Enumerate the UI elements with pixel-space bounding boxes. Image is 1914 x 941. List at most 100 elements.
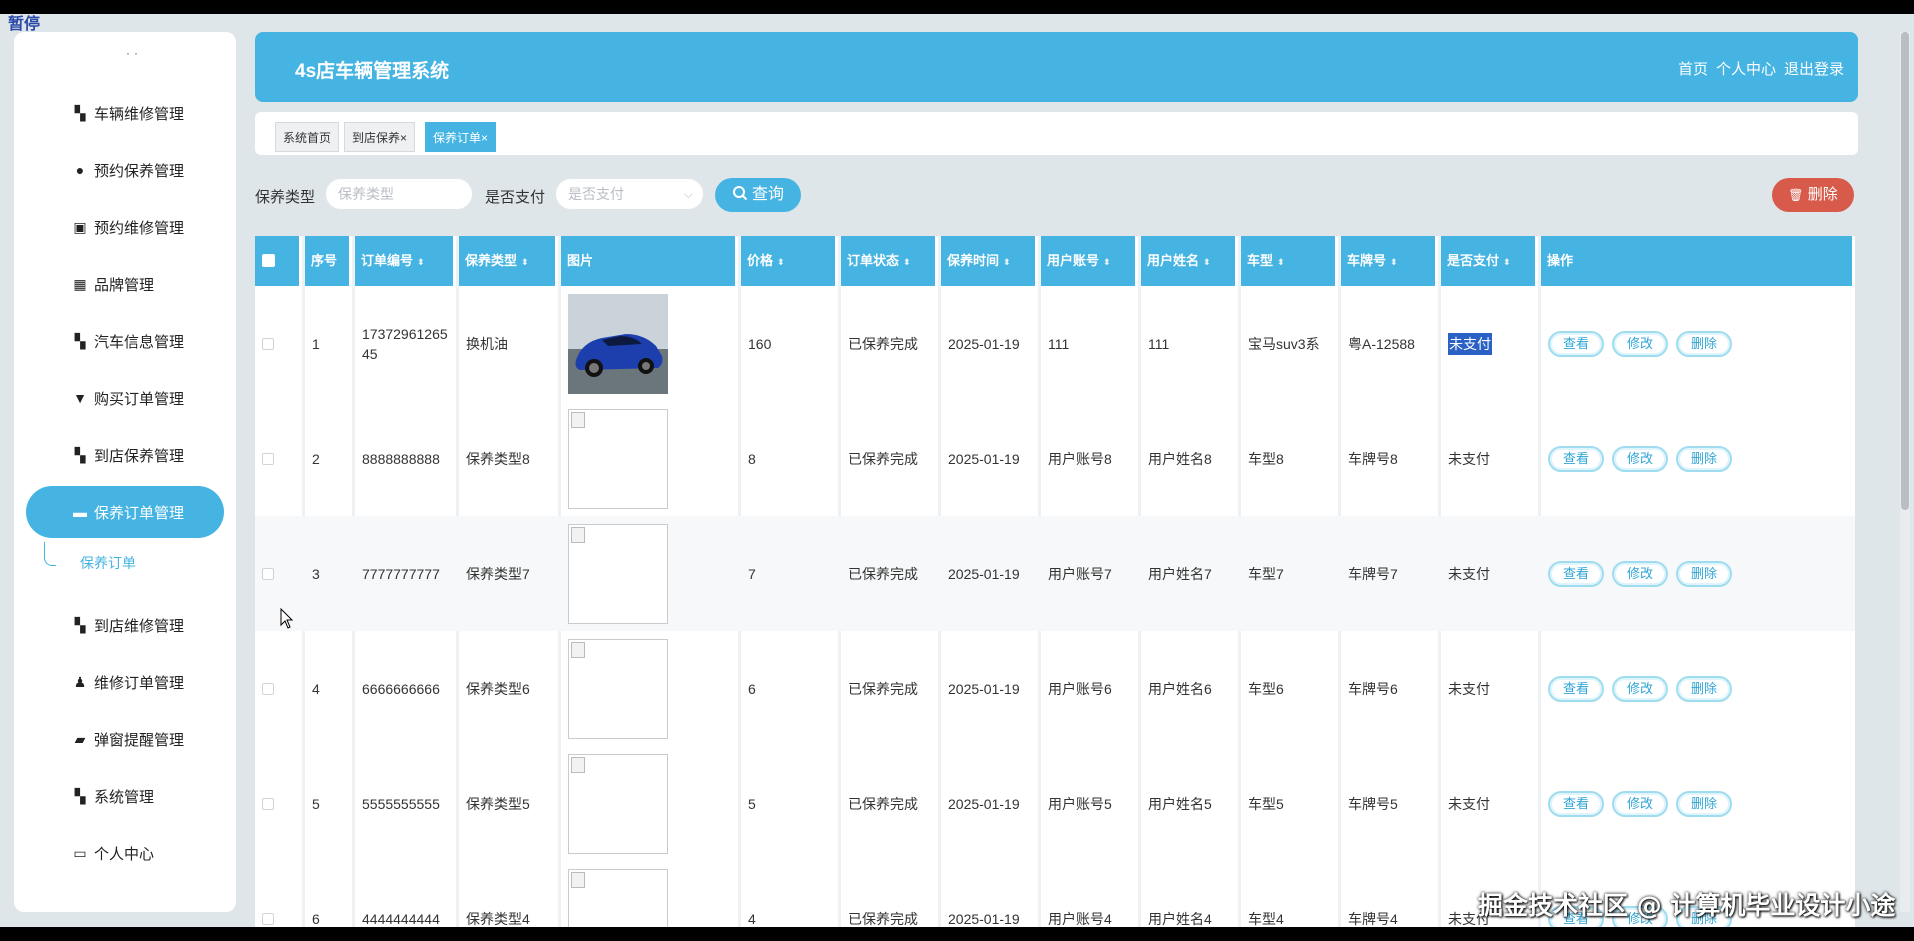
table-row[interactable]: 5 5555555555 保养类型5 5 已保养完成 2025-01-19 用户账号5 用户姓…: [255, 746, 1855, 861]
cell-actions: 查看 修改 删除: [1541, 401, 1855, 516]
cell-text: 5: [748, 795, 756, 812]
car-photo[interactable]: [568, 293, 668, 394]
broken-image[interactable]: [568, 523, 668, 624]
edit-button[interactable]: 修改: [1612, 675, 1668, 702]
cell-text: 111: [1048, 335, 1070, 352]
paid-filter-select[interactable]: 是否支付 ⌵: [555, 178, 704, 210]
sort-icon[interactable]: ⬍: [1390, 257, 1398, 267]
query-button[interactable]: 查询: [715, 178, 801, 212]
sidebar-item[interactable]: ▣ 预约维修管理: [26, 201, 224, 253]
cell-text: 保养类型7: [466, 565, 530, 582]
column-header[interactable]: 是否支付 ⬍: [1441, 236, 1538, 286]
table-row[interactable]: 2 8888888888 保养类型8 8 已保养完成 2025-01-19 用户账号8 用户姓…: [255, 401, 1855, 516]
column-header[interactable]: 车牌号 ⬍: [1341, 236, 1438, 286]
column-header[interactable]: 图片: [561, 236, 738, 286]
column-header[interactable]: 用户姓名 ⬍: [1141, 236, 1238, 286]
table-row[interactable]: 4 6666666666 保养类型6 6 已保养完成 2025-01-19 用户账号6 用户姓…: [255, 631, 1855, 746]
sort-icon[interactable]: ⬍: [1203, 257, 1211, 267]
type-filter-label: 保养类型: [255, 189, 316, 206]
view-button[interactable]: 查看: [1548, 330, 1604, 357]
sidebar-item[interactable]: ▭ 个人中心: [26, 827, 224, 879]
batch-delete-button[interactable]: 🗑 删除: [1772, 178, 1854, 212]
sort-icon[interactable]: ⬍: [1003, 257, 1011, 267]
column-header[interactable]: 保养类型 ⬍: [459, 236, 558, 286]
sidebar-item[interactable]: ▦ 品牌管理: [26, 258, 224, 310]
row-checkbox[interactable]: [262, 912, 274, 925]
cell-idx: 4: [305, 631, 352, 746]
sidebar-item[interactable]: ▰ 弹窗提醒管理: [26, 713, 224, 765]
cell-text: 车牌号8: [1348, 450, 1398, 467]
column-header[interactable]: 订单状态 ⬍: [841, 236, 938, 286]
sidebar-item[interactable]: ▬ 保养订单管理: [26, 486, 224, 538]
delete-button[interactable]: 删除: [1676, 560, 1732, 587]
view-button[interactable]: 查看: [1548, 560, 1604, 587]
view-button[interactable]: 查看: [1548, 675, 1604, 702]
sort-icon[interactable]: ⬍: [1277, 257, 1285, 267]
tab-store-maintenance[interactable]: 到店保养×: [344, 122, 416, 152]
edit-button[interactable]: 修改: [1612, 330, 1668, 357]
sort-icon[interactable]: ⬍: [903, 257, 911, 267]
sidebar-item[interactable]: ▚ 到店维修管理: [26, 599, 224, 651]
cell-account: 111: [1041, 286, 1138, 401]
close-icon[interactable]: ×: [400, 131, 407, 145]
table-row[interactable]: 1 1737296126545 换机油 160 已保养完成 2025-01-19 111 11…: [255, 286, 1855, 401]
edit-button[interactable]: 修改: [1612, 560, 1668, 587]
table-row[interactable]: 3 7777777777 保养类型7 7 已保养完成 2025-01-19 用户账号7 用户姓…: [255, 516, 1855, 631]
sidebar-item[interactable]: ▚ 车辆维修管理: [26, 87, 224, 139]
column-header[interactable]: 订单编号 ⬍: [355, 236, 456, 286]
edit-button[interactable]: 修改: [1612, 445, 1668, 472]
cell-text: 已保养完成: [848, 335, 918, 352]
sidebar-item[interactable]: ▼ 购买订单管理: [26, 372, 224, 424]
sidebar-item-label: 个人中心: [94, 845, 155, 863]
nav-home-link[interactable]: 首页: [1678, 58, 1708, 79]
sidebar-item[interactable]: ♟ 维修订单管理: [26, 656, 224, 708]
column-header[interactable]: 序号: [305, 236, 352, 286]
cell-order_no: 5555555555: [355, 746, 456, 861]
row-checkbox[interactable]: [262, 567, 274, 580]
sidebar-item[interactable]: ● 预约保养管理: [26, 144, 224, 196]
sidebar-subitem-maintenance-order[interactable]: 保养订单: [80, 553, 136, 573]
type-filter-input[interactable]: 保养类型: [325, 178, 473, 210]
nav-profile-link[interactable]: 个人中心: [1716, 58, 1776, 79]
edit-button[interactable]: 修改: [1612, 790, 1668, 817]
view-button[interactable]: 查看: [1548, 790, 1604, 817]
delete-button[interactable]: 删除: [1676, 330, 1732, 357]
tab-maintenance-order[interactable]: 保养订单×: [425, 122, 497, 152]
sidebar-item[interactable]: ▚ 汽车信息管理: [26, 315, 224, 367]
sort-icon[interactable]: ⬍: [1503, 257, 1511, 267]
sort-icon[interactable]: ⬍: [521, 257, 529, 267]
sidebar-item[interactable]: ▚ 系统管理: [26, 770, 224, 822]
broken-image[interactable]: [568, 408, 668, 509]
view-button[interactable]: 查看: [1548, 445, 1604, 472]
delete-button[interactable]: 删除: [1676, 445, 1732, 472]
column-header[interactable]: 保养时间 ⬍: [941, 236, 1038, 286]
row-checkbox[interactable]: [262, 452, 274, 465]
row-checkbox[interactable]: [262, 797, 274, 810]
cell-time: 2025-01-19: [941, 746, 1038, 861]
sidebar-item[interactable]: ▚ 到店保养管理: [26, 429, 224, 481]
select-all-checkbox[interactable]: [262, 254, 275, 267]
header-select-all[interactable]: [255, 236, 302, 286]
delete-button[interactable]: 删除: [1676, 675, 1732, 702]
row-checkbox[interactable]: [262, 682, 274, 695]
page-scrollbar[interactable]: [1900, 32, 1910, 912]
sort-icon[interactable]: ⬍: [417, 257, 425, 267]
sort-icon[interactable]: ⬍: [777, 257, 785, 267]
broken-image[interactable]: [568, 638, 668, 739]
delete-button[interactable]: 删除: [1676, 790, 1732, 817]
cell-paid: 未支付: [1441, 286, 1538, 401]
row-checkbox[interactable]: [262, 337, 274, 350]
cell-text: 未支付: [1448, 680, 1490, 697]
sort-icon[interactable]: ⬍: [1103, 257, 1111, 267]
close-icon[interactable]: ×: [481, 131, 488, 145]
broken-image[interactable]: [568, 868, 668, 927]
column-header[interactable]: 价格 ⬍: [741, 236, 838, 286]
column-header[interactable]: 车型 ⬍: [1241, 236, 1338, 286]
column-header[interactable]: 操作: [1541, 236, 1855, 286]
nav-logout-link[interactable]: 退出登录: [1784, 58, 1844, 79]
column-header[interactable]: 用户账号 ⬍: [1041, 236, 1138, 286]
broken-image[interactable]: [568, 753, 668, 854]
scrollbar-thumb[interactable]: [1901, 32, 1909, 510]
tab-home[interactable]: 系统首页: [275, 122, 340, 152]
cell-account: 用户账号6: [1041, 631, 1138, 746]
